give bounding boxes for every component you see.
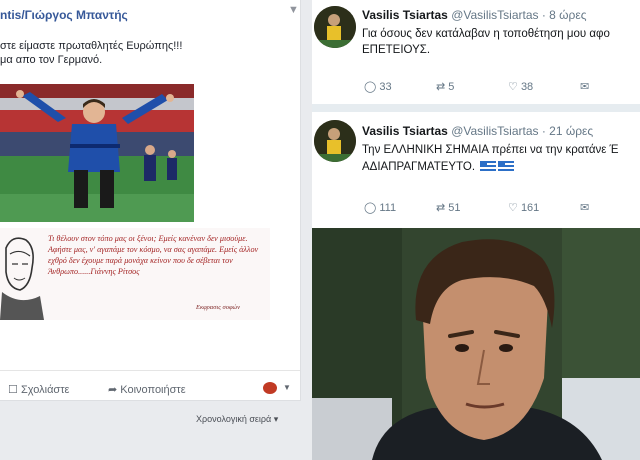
like-button[interactable]: ♡ 161 bbox=[508, 201, 539, 214]
portrait-illustration bbox=[312, 228, 640, 460]
comment-label: Σχολιάστε bbox=[20, 384, 70, 396]
retweet-icon: ⇄ bbox=[436, 81, 446, 93]
poem-signature: Εκφρασις σοφών bbox=[196, 304, 240, 311]
post-text-line: στε είμαστε πρωταθλητές Ευρώπης!!! bbox=[0, 40, 183, 52]
reply-count: 111 bbox=[379, 202, 397, 214]
share-icon: ➦ bbox=[108, 384, 118, 396]
avatar-photo bbox=[314, 120, 356, 162]
retweet-count: 5 bbox=[448, 81, 455, 93]
reply-icon: ◯ bbox=[364, 81, 377, 93]
chevron-down-icon[interactable]: ▼ bbox=[283, 383, 291, 392]
tweet-author-name: Vasilis Tsiartas bbox=[362, 124, 448, 138]
envelope-icon: ✉ bbox=[580, 81, 590, 93]
like-button[interactable]: ♡ 38 bbox=[508, 80, 533, 93]
poem-quote-image[interactable]: Τι θέλουν στον τόπο μας οι ξένοι; Εμείς … bbox=[0, 228, 270, 320]
tweet-author[interactable]: Vasilis Tsiartas @VasilisTsiartas · 21 ώ… bbox=[362, 124, 593, 138]
comment-sort-dropdown[interactable]: Χρονολογική σειρά ▾ bbox=[196, 414, 278, 425]
reply-button[interactable]: ◯ 111 bbox=[364, 201, 396, 214]
tweet-item[interactable]: Vasilis Tsiartas @VasilisTsiartas · 8 ώρ… bbox=[312, 0, 640, 104]
heart-icon: ♡ bbox=[508, 202, 518, 214]
avatar[interactable] bbox=[314, 6, 356, 48]
tweet-author-name: Vasilis Tsiartas bbox=[362, 8, 448, 22]
tweet-text-line: Την ΕΛΛΗΝΙΚΗ ΣΗΜΑΙΑ πρέπει να την κρατάν… bbox=[362, 144, 619, 156]
comment-button[interactable]: ☐ Σχολιάστε bbox=[8, 383, 69, 396]
like-count: 38 bbox=[520, 81, 534, 93]
greek-flag-icon bbox=[498, 161, 515, 171]
action-bar-divider bbox=[0, 370, 300, 371]
reply-button[interactable]: ◯ 33 bbox=[364, 80, 392, 93]
comment-icon: ☐ bbox=[8, 384, 18, 396]
tweet-item[interactable]: Vasilis Tsiartas @VasilisTsiartas · 21 ώ… bbox=[312, 112, 640, 228]
greek-flag-icon bbox=[480, 161, 497, 171]
retweet-button[interactable]: ⇄ 5 bbox=[436, 80, 454, 93]
retweet-count: 51 bbox=[448, 202, 461, 214]
tweet-text-line: Για όσους δεν κατάλαβαν η τοποθέτηση μου… bbox=[362, 28, 610, 40]
post-author-name[interactable]: ntis/Γιώργος Μπαντής bbox=[0, 8, 128, 22]
poet-portrait-sketch-icon bbox=[0, 237, 44, 320]
like-count: 161 bbox=[520, 202, 540, 214]
retweet-icon: ⇄ bbox=[436, 202, 446, 214]
tweet-handle-time: @VasilisTsiartas · 8 ώρες bbox=[451, 8, 587, 22]
avatar-photo bbox=[314, 6, 356, 48]
facebook-post-panel: ntis/Γιώργος Μπαντής ▼ στε είμαστε πρωτα… bbox=[0, 0, 308, 460]
celebration-photo-illustration bbox=[0, 84, 194, 222]
reply-icon: ◯ bbox=[364, 202, 377, 214]
facebook-post-card: ntis/Γιώργος Μπαντής ▼ στε είμαστε πρωτα… bbox=[0, 0, 301, 401]
envelope-icon: ✉ bbox=[580, 202, 590, 214]
post-action-bar: ☐ Σχολιάστε ➦ Κοινοποιήστε ▼ bbox=[0, 370, 300, 398]
retweet-button[interactable]: ⇄ 51 bbox=[436, 201, 461, 214]
tweet-text-line: ΕΠΕΤΕΙΟΥΣ. bbox=[362, 44, 431, 56]
direct-message-button[interactable]: ✉ bbox=[580, 80, 589, 93]
tweet-divider bbox=[312, 104, 640, 112]
poem-text: Τι θέλουν στον τόπο μας οι ξένοι; Εμείς … bbox=[48, 234, 259, 276]
tweet-handle-time: @VasilisTsiartas · 21 ώρες bbox=[451, 124, 594, 138]
share-button[interactable]: ➦ Κοινοποιήστε bbox=[108, 383, 186, 396]
post-text-line: μα απο τον Γερμανό. bbox=[0, 54, 103, 66]
heart-icon: ♡ bbox=[508, 81, 518, 93]
post-photo-celebrating-coach[interactable] bbox=[0, 84, 194, 222]
share-label: Κοινοποιήστε bbox=[120, 384, 186, 396]
page-avatar-reaction-icon[interactable] bbox=[263, 382, 277, 394]
direct-message-button[interactable]: ✉ bbox=[580, 201, 589, 214]
avatar[interactable] bbox=[314, 120, 356, 162]
reply-count: 33 bbox=[379, 81, 392, 93]
tweet-author[interactable]: Vasilis Tsiartas @VasilisTsiartas · 8 ώρ… bbox=[362, 8, 587, 22]
tweet-text-line: ΑΔΙΑΠΡΑΓΜΑΤΕΥΤΟ. bbox=[362, 160, 515, 175]
portrait-photo[interactable] bbox=[312, 228, 640, 460]
post-options-chevron-icon[interactable]: ▼ bbox=[288, 4, 299, 16]
tweet-text-line-2: ΑΔΙΑΠΡΑΓΜΑΤΕΥΤΟ. bbox=[362, 161, 476, 173]
